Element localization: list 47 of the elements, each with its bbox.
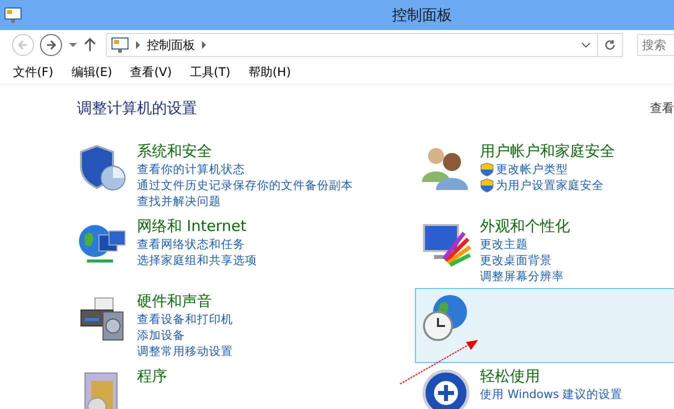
- chevron-right-icon: [135, 41, 141, 49]
- arrow-right-icon: [45, 39, 57, 51]
- menu-item[interactable]: 编辑(E): [71, 64, 112, 80]
- category-link[interactable]: 更改桌面背景: [480, 252, 570, 268]
- category-title[interactable]: 硬件和声音: [137, 292, 233, 311]
- category-title[interactable]: 网络和 Internet: [137, 217, 257, 236]
- category-link[interactable]: 更改主题: [480, 236, 570, 252]
- accessibility-icon[interactable]: [420, 367, 472, 409]
- menu-item[interactable]: 查看(V): [130, 64, 172, 80]
- search-field[interactable]: 搜索: [637, 34, 674, 56]
- address-bar[interactable]: 控制面板: [106, 33, 623, 57]
- breadcrumb[interactable]: 控制面板: [147, 36, 195, 54]
- category-title[interactable]: 外观和个性化: [480, 217, 570, 236]
- up-button[interactable]: [84, 38, 96, 52]
- category-link[interactable]: 调整屏幕分辨率: [480, 268, 570, 284]
- menu-item[interactable]: 帮助(H): [248, 64, 291, 80]
- category-link[interactable]: 查看网络状态和任务: [137, 236, 257, 252]
- category-title[interactable]: 程序: [137, 367, 167, 386]
- category-title[interactable]: 系统和安全: [137, 142, 353, 161]
- arrow-left-icon: [17, 39, 29, 51]
- menu-item[interactable]: 文件(F): [13, 64, 54, 80]
- category-link[interactable]: 查看设备和打印机: [137, 311, 233, 327]
- menu-item[interactable]: 工具(T): [190, 64, 230, 80]
- category-card[interactable]: [415, 288, 674, 363]
- shield-icon: [480, 178, 494, 192]
- control-panel-icon[interactable]: [4, 7, 22, 23]
- category-link[interactable]: 使用 Windows 建议的设置: [480, 386, 623, 402]
- category-title[interactable]: 轻松使用: [480, 367, 623, 386]
- category-link[interactable]: 调整常用移动设置: [137, 343, 233, 359]
- category-title[interactable]: 用户帐户和家庭安全: [480, 142, 615, 161]
- category-link[interactable]: 添加设备: [137, 327, 233, 343]
- category-link[interactable]: 更改帐户类型: [480, 161, 615, 177]
- page-heading: 调整计算机的设置: [77, 99, 197, 118]
- view-by-label[interactable]: 查看: [650, 100, 674, 117]
- forward-button[interactable]: [40, 34, 62, 56]
- category-link[interactable]: 为用户设置家庭安全: [480, 177, 615, 193]
- window-title: 控制面板: [392, 6, 452, 24]
- dropdown-button[interactable]: [68, 42, 78, 48]
- category-link[interactable]: 通过文件历史记录保存你的文件备份副本: [137, 177, 353, 193]
- category-link[interactable]: 选择家庭组和共享选项: [137, 252, 257, 268]
- category-link[interactable]: 查找并解决问题: [137, 193, 353, 209]
- category-link[interactable]: 查看你的计算机状态: [137, 161, 353, 177]
- refresh-icon: [604, 39, 616, 51]
- shield-icon: [480, 162, 494, 176]
- control-panel-icon: [111, 37, 129, 53]
- chevron-down-icon[interactable]: [581, 42, 591, 48]
- chevron-right-icon: [201, 41, 207, 49]
